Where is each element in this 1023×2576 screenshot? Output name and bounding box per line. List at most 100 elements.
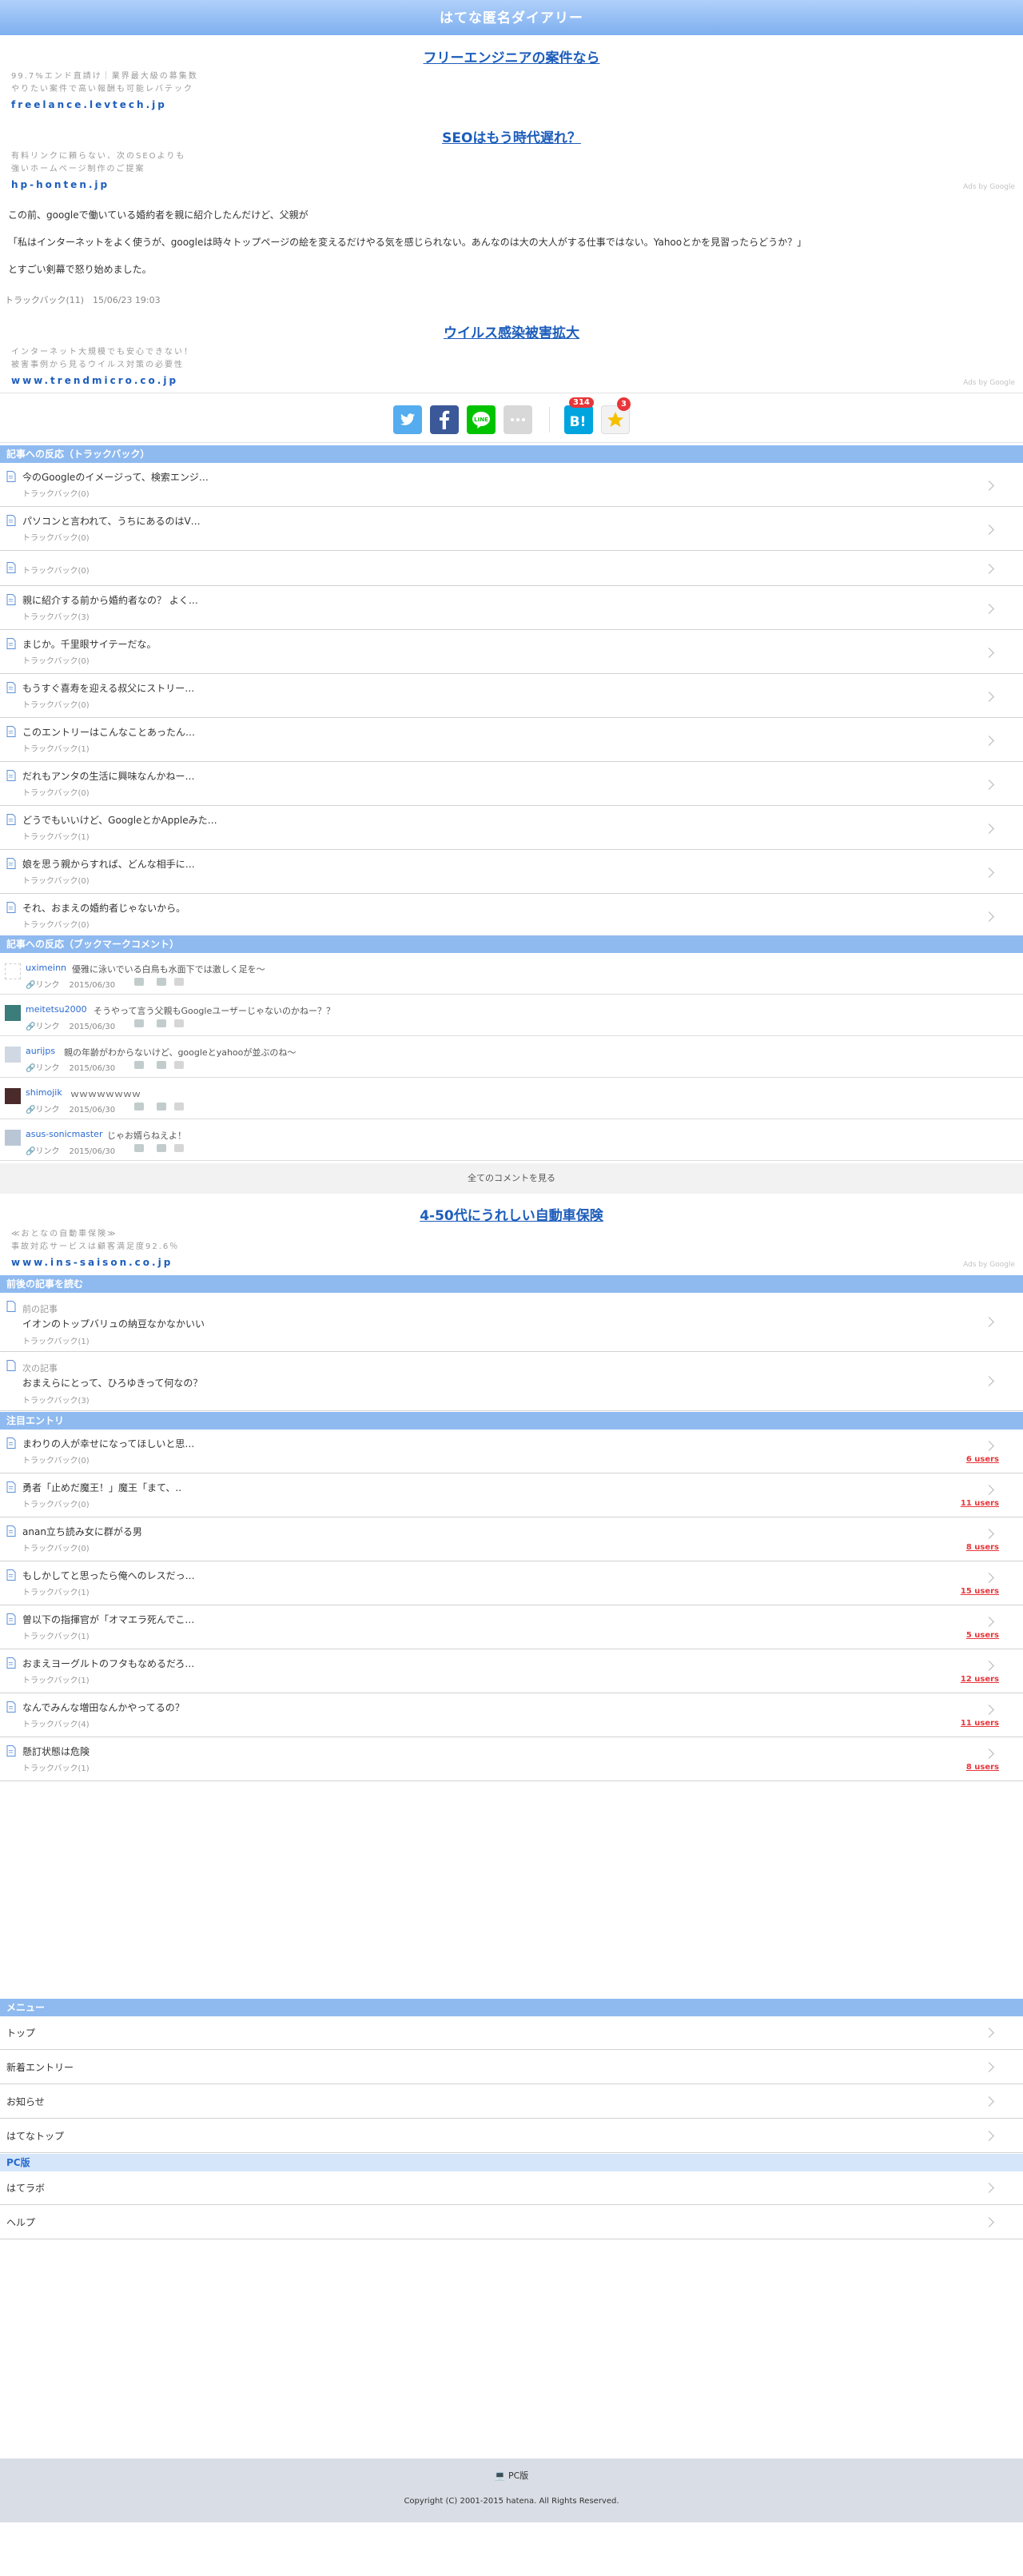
ad-url[interactable]: hp-honten.jp [11, 179, 109, 190]
facebook-icon[interactable] [157, 978, 166, 986]
menu-item[interactable]: お知らせ [0, 2085, 1023, 2119]
bookmark-users-count[interactable]: 12 users [961, 1675, 999, 1684]
facebook-icon[interactable] [157, 1019, 166, 1027]
facebook-icon[interactable] [157, 1103, 166, 1111]
bookmark-users-count[interactable]: 6 users [966, 1455, 999, 1464]
entry-meta[interactable]: トラックバック(11) 15/06/23 19:03 [5, 293, 161, 306]
bookmark-users-count[interactable]: 15 users [961, 1587, 999, 1596]
bookmark-link[interactable]: リンク [35, 981, 59, 990]
twitter-icon[interactable] [134, 978, 144, 986]
prev-entry-link[interactable]: 前の記事 イオンのトップバリュの納豆なかなかいい トラックバック(1) [0, 1293, 1023, 1352]
bookmark-date[interactable]: 2015/06/30 [69, 1064, 115, 1073]
more-share-button[interactable] [504, 405, 532, 434]
document-icon [6, 726, 16, 737]
bookmark-link[interactable]: リンク [35, 1023, 59, 1031]
trackback-row[interactable]: 親に紹介する前から婚約者なの？ よく… トラックバック(3) [0, 586, 1023, 630]
menu-item[interactable]: 新着エントリー [0, 2051, 1023, 2084]
bookmark-date[interactable]: 2015/06/30 [69, 981, 115, 990]
twitter-icon[interactable] [134, 1144, 144, 1152]
ad-url[interactable]: www.ins-saison.co.jp [11, 1257, 173, 1268]
hot-entry-row[interactable]: 曽以下の指揮官が「オマエラ死んでこ… トラックバック(1) 5 users [0, 1605, 1023, 1649]
bookmark-username[interactable]: shimojik [26, 1087, 62, 1098]
bookmark-users-count[interactable]: 5 users [966, 1631, 999, 1640]
pc-menu-item[interactable]: ヘルプ [0, 2206, 1023, 2239]
bookmark-date[interactable]: 2015/06/30 [69, 1023, 115, 1031]
trackback-title: それ、おまえの婚約者じゃないから。 [22, 903, 186, 914]
chevron-right-icon [984, 1317, 994, 1327]
menu-item-label: 新着エントリー [6, 2062, 74, 2073]
hot-entry-row[interactable]: なんでみんな増田なんかやってるの？ トラックバック(4) 11 users [0, 1693, 1023, 1737]
ads-by-google-label[interactable]: Ads by Google [963, 1261, 1015, 1269]
hot-entry-row[interactable]: anan立ち読み女に群がる男 トラックバック(0) 8 users [0, 1517, 1023, 1561]
document-icon [6, 471, 16, 482]
facebook-icon[interactable] [157, 1061, 166, 1069]
twitter-share-button[interactable] [393, 405, 422, 434]
ads-by-google-label[interactable]: Ads by Google [963, 379, 1015, 387]
ad-title[interactable]: フリーエンジニアの案件なら [0, 46, 1023, 66]
bookmark-meta: 🔗リンク 2015/06/30 [26, 1061, 115, 1073]
trackback-count: トラックバック(0) [22, 657, 90, 666]
bookmark-link[interactable]: リンク [35, 1106, 59, 1115]
trackback-row[interactable]: このエントリーはこんなことあったん… トラックバック(1) [0, 718, 1023, 762]
line-share-button[interactable]: LINE [467, 405, 496, 434]
hot-entry-row[interactable]: 勇者「止めだ魔王！」魔王「まて、.. トラックバック(0) 11 users [0, 1473, 1023, 1517]
trackback-row[interactable]: どうでもいいけど、GoogleとかAppleみた… トラックバック(1) [0, 806, 1023, 850]
ad-title[interactable]: SEOはもう時代遅れ？ [0, 126, 1023, 146]
facebook-icon[interactable] [157, 1144, 166, 1152]
bookmark-date[interactable]: 2015/06/30 [69, 1147, 115, 1156]
trackback-row[interactable]: それ、おまえの婚約者じゃないから。 トラックバック(0) [0, 894, 1023, 938]
menu-item[interactable]: トップ [0, 2016, 1023, 2050]
bookmark-username[interactable]: asus-sonicmaster [26, 1129, 102, 1139]
document-icon [6, 770, 16, 781]
avatar[interactable] [5, 1005, 21, 1021]
ad-url[interactable]: www.trendmicro.co.jp [11, 375, 178, 386]
bookmark-username[interactable]: aurijps [26, 1046, 55, 1056]
link-icon: 🔗 [26, 981, 36, 990]
chevron-right-icon [984, 2183, 994, 2193]
trackback-row[interactable]: もうすぐ喜寿を迎える叔父にストリー… トラックバック(0) [0, 674, 1023, 718]
trackback-row[interactable]: だれもアンタの生活に興味なんかねー… トラックバック(0) [0, 762, 1023, 806]
bookmark-link[interactable]: リンク [35, 1147, 59, 1156]
pc-menu-item[interactable]: はてラボ [0, 2171, 1023, 2205]
avatar[interactable] [5, 1047, 21, 1063]
trackback-row[interactable]: トラックバック(0) [0, 551, 1023, 586]
trackback-row[interactable]: まじか。千里眼サイテーだな。 トラックバック(0) [0, 630, 1023, 674]
avatar[interactable] [5, 1088, 21, 1104]
bookmark-users-count[interactable]: 11 users [961, 1499, 999, 1508]
bookmark-users-count[interactable]: 8 users [966, 1543, 999, 1552]
bookmark-link[interactable]: リンク [35, 1064, 59, 1073]
hatena-bookmark-button[interactable]: B! [564, 405, 593, 434]
facebook-share-button[interactable] [430, 405, 459, 434]
bookmark-date[interactable]: 2015/06/30 [69, 1106, 115, 1115]
mail-icon[interactable] [174, 1144, 184, 1152]
mail-icon[interactable] [174, 1019, 184, 1027]
all-comments-link[interactable]: 全てのコメントを見る [0, 1163, 1023, 1194]
hot-entry-row[interactable]: 懸訂状態は危険 トラックバック(1) 8 users [0, 1737, 1023, 1781]
mail-icon[interactable] [174, 978, 184, 986]
twitter-icon[interactable] [134, 1103, 144, 1111]
mail-icon[interactable] [174, 1061, 184, 1069]
ad-url[interactable]: freelance.levtech.jp [11, 99, 167, 110]
ad-title[interactable]: 4-50代にうれしい自動車保険 [0, 1204, 1023, 1224]
avatar[interactable] [5, 963, 21, 979]
ads-by-google-label[interactable]: Ads by Google [963, 183, 1015, 191]
hot-entry-row[interactable]: もしかしてと思ったら俺へのレスだっ… トラックバック(1) 15 users [0, 1561, 1023, 1605]
twitter-icon[interactable] [134, 1061, 144, 1069]
next-entry-link[interactable]: 次の記事 おまえらにとって、ひろゆきって何なの？ トラックバック(3) [0, 1352, 1023, 1411]
ad-title[interactable]: ウイルス感染被害拡大 [0, 321, 1023, 341]
avatar[interactable] [5, 1130, 21, 1146]
twitter-icon[interactable] [134, 1019, 144, 1027]
pc-version-link[interactable]: 💻 PC版 [0, 2469, 1023, 2482]
hot-entry-row[interactable]: おまえヨーグルトのフタもなめるだろ… トラックバック(1) 12 users [0, 1649, 1023, 1693]
trackback-row[interactable]: 今のGoogleのイメージって、検索エンジ… トラックバック(0) [0, 463, 1023, 507]
trackback-row[interactable]: パソコンと言われて、うちにあるのはV… トラックバック(0) [0, 507, 1023, 551]
bookmark-users-count[interactable]: 8 users [966, 1763, 999, 1772]
bookmark-users-count[interactable]: 11 users [961, 1719, 999, 1728]
bookmark-username[interactable]: uximeinn [26, 963, 66, 973]
trackback-row[interactable]: 娘を思う親からすれば、どんな相手に… トラックバック(0) [0, 850, 1023, 894]
link-icon: 🔗 [26, 1064, 36, 1073]
bookmark-username[interactable]: meitetsu2000 [26, 1004, 87, 1015]
menu-item[interactable]: はてなトップ [0, 2119, 1023, 2153]
mail-icon[interactable] [174, 1103, 184, 1111]
hot-entry-row[interactable]: まわりの人が幸せになってほしいと思… トラックバック(0) 6 users [0, 1430, 1023, 1473]
